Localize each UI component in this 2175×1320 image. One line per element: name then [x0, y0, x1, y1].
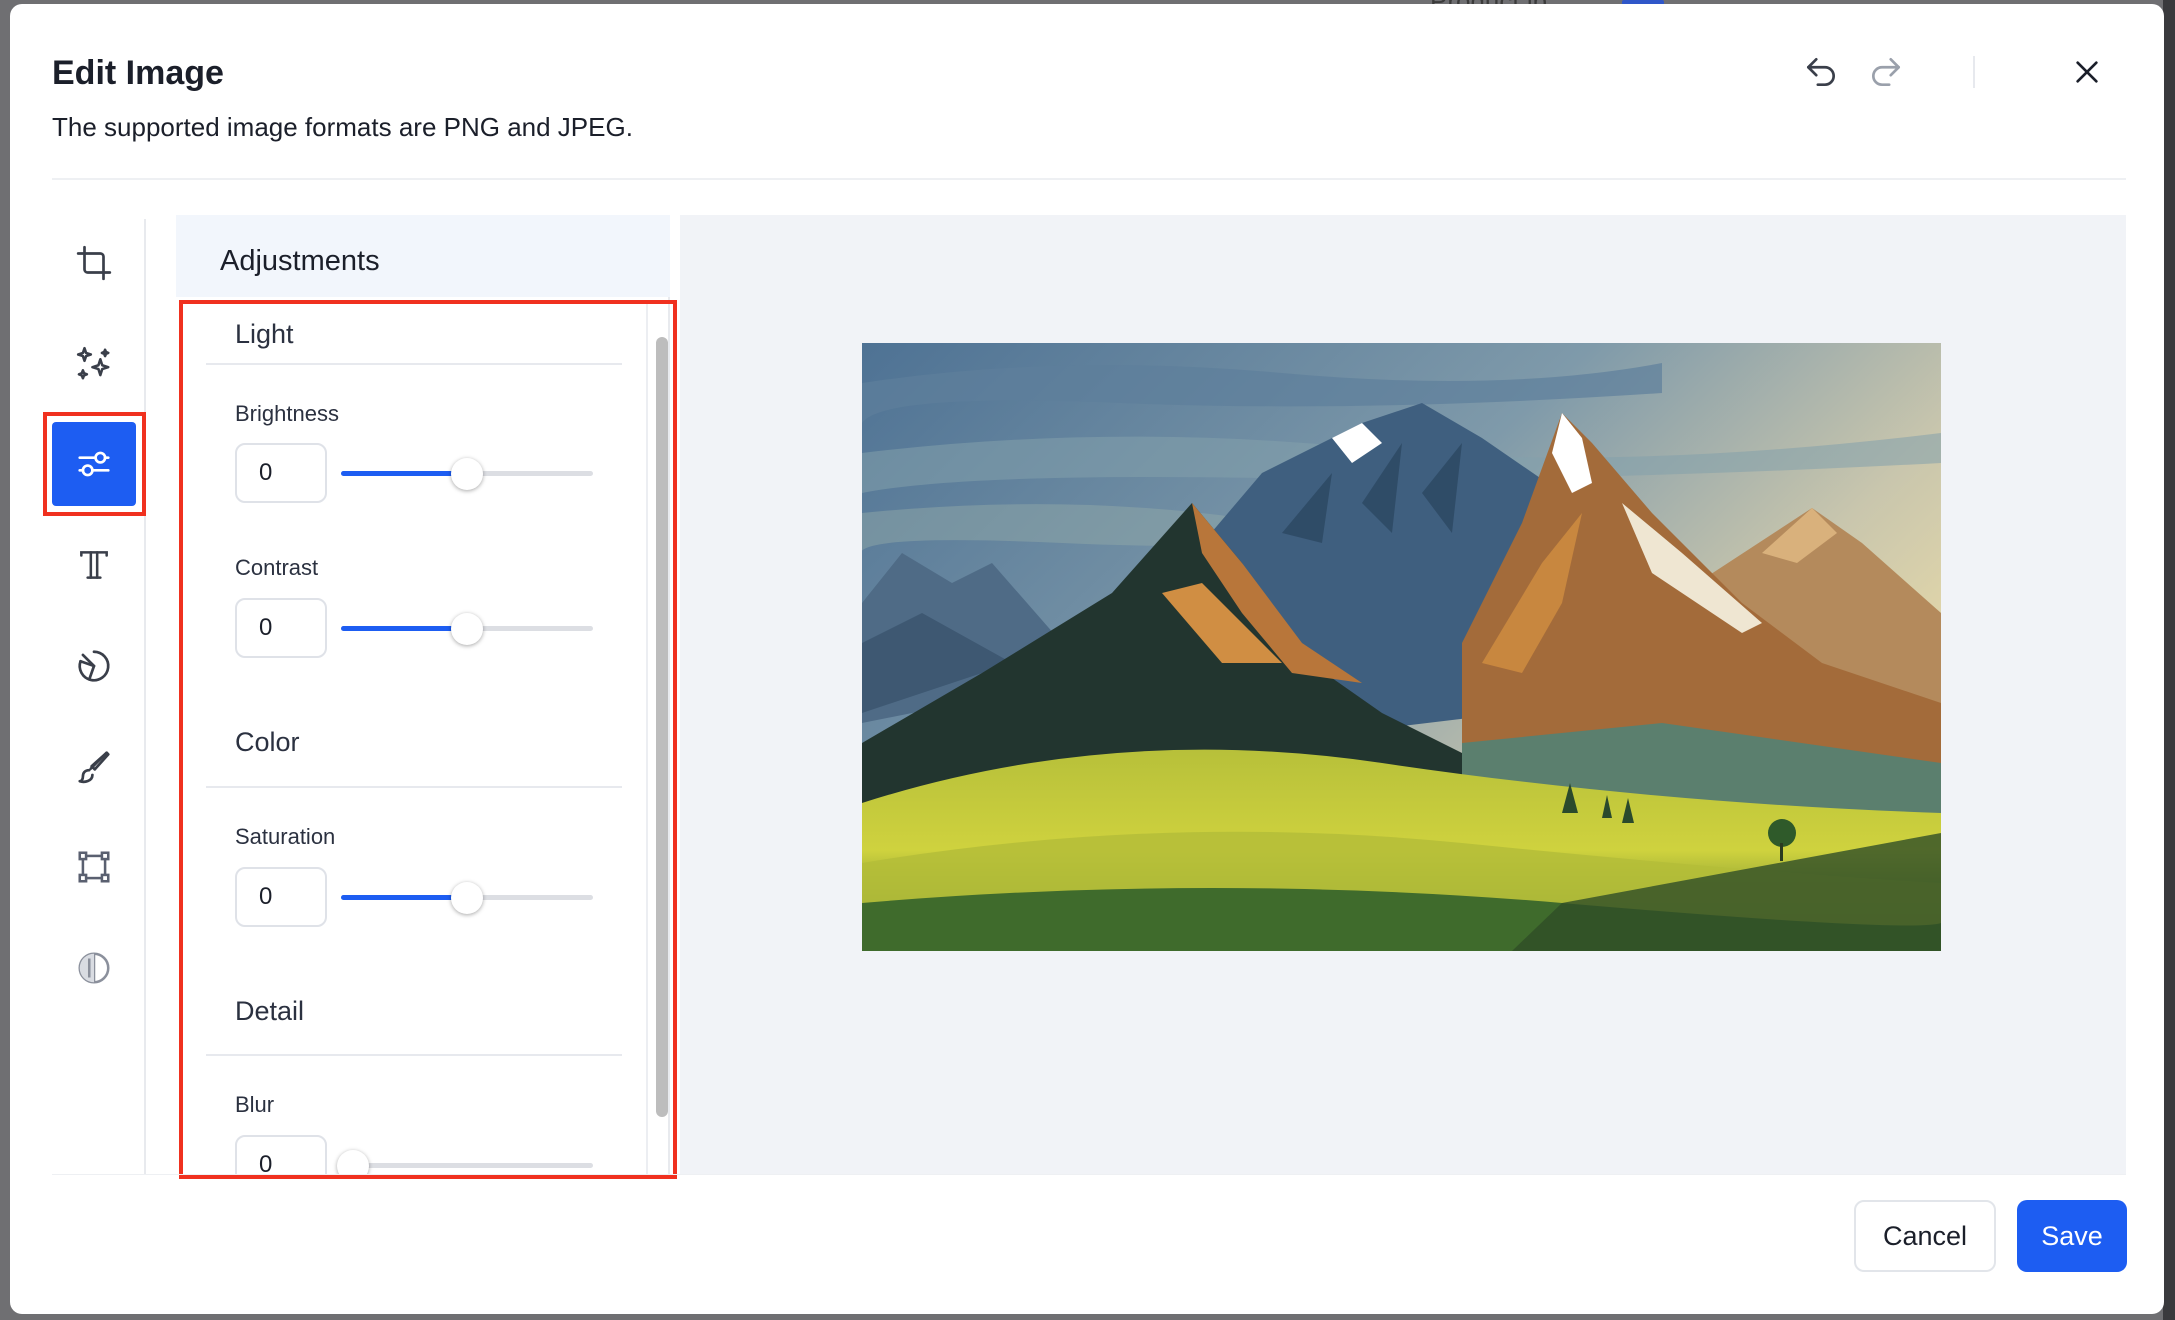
- tool-rail: [52, 219, 146, 1174]
- blur-label: Blur: [235, 1092, 275, 1117]
- cancel-button[interactable]: Cancel: [1854, 1200, 1996, 1272]
- crop-tool[interactable]: [52, 221, 136, 305]
- saturation-slider[interactable]: [341, 882, 593, 914]
- scrollbar-track: [646, 303, 648, 1174]
- panel-title: Adjustments: [220, 245, 380, 277]
- brush-icon: [78, 751, 110, 784]
- image-preview-area: [680, 215, 2126, 1174]
- contrast-icon: [78, 952, 110, 984]
- dialog-subtitle: The supported image formats are PNG and …: [52, 112, 633, 142]
- adjustments-panel: Adjustments Light Brightness Contrast Co…: [166, 215, 670, 1174]
- scrollbar-thumb[interactable]: [656, 337, 668, 1117]
- slider-thumb[interactable]: [451, 458, 483, 490]
- text-icon: [80, 551, 108, 579]
- draw-tool[interactable]: [52, 725, 136, 809]
- contrast-slider[interactable]: [341, 613, 593, 645]
- mountain-landscape-image[interactable]: [862, 343, 1941, 951]
- redo-button[interactable]: [1860, 46, 1912, 98]
- crop-icon: [76, 245, 112, 281]
- edit-image-dialog: Edit Image The supported image formats a…: [10, 4, 2164, 1314]
- contrast-label: Contrast: [235, 555, 319, 580]
- slider-fill: [341, 471, 467, 476]
- sparkles-icon: [76, 346, 110, 380]
- saturation-input[interactable]: [235, 867, 327, 927]
- adjust-tool[interactable]: [52, 422, 136, 506]
- header-divider: [52, 178, 2126, 180]
- sliders-icon: [78, 451, 110, 477]
- section-divider: [206, 1054, 622, 1056]
- undo-button[interactable]: [1795, 46, 1847, 98]
- enhance-tool[interactable]: [52, 322, 136, 406]
- slider-thumb[interactable]: [337, 1150, 369, 1174]
- slider-track: [341, 1163, 593, 1168]
- save-button[interactable]: Save: [2017, 1200, 2127, 1272]
- blur-input[interactable]: [235, 1135, 327, 1174]
- backdrop-edge: [2163, 0, 2175, 1320]
- slider-thumb[interactable]: [451, 882, 483, 914]
- close-button[interactable]: [2061, 46, 2113, 98]
- panel-body[interactable]: Light Brightness Contrast Color Saturati…: [166, 301, 670, 1174]
- frame-icon: [78, 851, 110, 883]
- slider-fill: [341, 895, 467, 900]
- slider-fill: [341, 626, 467, 631]
- shape-tool[interactable]: [52, 624, 136, 708]
- redo-icon: [1871, 57, 1901, 87]
- filter-tool[interactable]: [52, 926, 136, 1010]
- text-tool[interactable]: [52, 523, 136, 607]
- section-detail-title: Detail: [235, 996, 305, 1026]
- saturation-label: Saturation: [235, 824, 336, 849]
- dialog-title: Edit Image: [52, 54, 224, 92]
- section-divider: [206, 363, 622, 365]
- footer-divider: [52, 1174, 2126, 1175]
- brightness-input[interactable]: [235, 443, 327, 503]
- transform-tool[interactable]: [52, 825, 136, 909]
- shape-icon: [78, 650, 110, 682]
- blur-slider[interactable]: [337, 1150, 593, 1174]
- contrast-input[interactable]: [235, 598, 327, 658]
- slider-thumb[interactable]: [451, 613, 483, 645]
- section-light-title: Light: [235, 319, 294, 349]
- close-icon: [2076, 61, 2098, 83]
- undo-icon: [1806, 57, 1836, 87]
- panel-header: Adjustments: [176, 215, 670, 297]
- brightness-label: Brightness: [235, 401, 339, 426]
- brightness-slider[interactable]: [341, 458, 593, 490]
- section-color-title: Color: [235, 727, 300, 757]
- header-separator: [1973, 56, 1975, 88]
- section-divider: [206, 786, 622, 788]
